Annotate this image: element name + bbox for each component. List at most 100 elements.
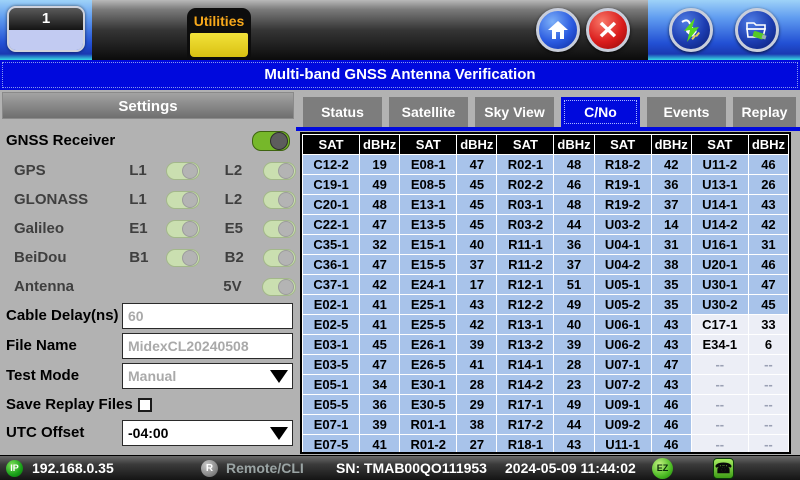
sat-cell: R18-2 xyxy=(594,155,651,174)
sat-cell: -- xyxy=(691,395,748,414)
tab-skyview[interactable]: Sky View xyxy=(475,97,554,127)
file-name-label: File Name xyxy=(6,337,77,354)
toggle-galileo-e1[interactable] xyxy=(166,219,200,238)
table-row: C35-1 32 E15-1 40 R11-1 36 U04-1 31 U16-1 31 xyxy=(303,235,788,254)
tab-events[interactable]: Events xyxy=(647,97,726,127)
toggle-knob xyxy=(181,162,198,179)
sat-cell: U04-1 xyxy=(594,235,651,254)
dbhz-cell: 46 xyxy=(748,155,788,174)
column-header-sat: SAT xyxy=(303,135,360,154)
close-button[interactable]: ✕ xyxy=(586,8,630,52)
sat-cell: R19-1 xyxy=(594,175,651,194)
power-plug-icon xyxy=(681,18,701,42)
cno-table-body: C12-2 19 E08-1 47 R02-1 48 R18-2 42 U11-2 46 C19-1… xyxy=(303,155,788,452)
tab-replay[interactable]: Replay xyxy=(733,97,796,127)
remote-session-icon: ☎ xyxy=(713,458,734,479)
dbhz-cell: 37 xyxy=(457,255,497,274)
toggle-glonass-l2[interactable] xyxy=(262,190,297,209)
column-header-dbhz: dBHz xyxy=(651,135,691,154)
utc-offset-dropdown[interactable]: -04:00 xyxy=(122,420,293,446)
column-header-sat: SAT xyxy=(400,135,457,154)
home-button[interactable] xyxy=(536,8,580,52)
file-name-input[interactable]: MidexCL20240508 xyxy=(122,333,293,359)
sat-cell: C37-1 xyxy=(303,275,360,294)
sat-cell: E07-5 xyxy=(303,435,360,452)
toggle-gps-l1[interactable] xyxy=(166,161,200,180)
dbhz-cell: 42 xyxy=(457,315,497,334)
save-replay-checkbox[interactable] xyxy=(137,397,152,412)
table-row: C37-1 42 E24-1 17 R12-1 51 U05-1 35 U30-1 47 xyxy=(303,275,788,294)
sat-cell: E15-1 xyxy=(400,235,457,254)
sat-cell: R12-2 xyxy=(497,295,554,314)
sat-cell: R19-2 xyxy=(594,195,651,214)
sat-cell: C22-1 xyxy=(303,215,360,234)
sat-cell: R11-1 xyxy=(497,235,554,254)
utc-offset-value: -04:00 xyxy=(128,425,169,441)
dbhz-cell: 19 xyxy=(360,155,400,174)
dbhz-cell: 47 xyxy=(748,275,788,294)
toggle-beidou-b1[interactable] xyxy=(166,248,200,267)
test-mode-dropdown[interactable]: Manual xyxy=(122,363,293,389)
constellation-row-beidou: BeiDou B1 B2 xyxy=(0,243,297,272)
dbhz-cell: 43 xyxy=(457,295,497,314)
screen-1-button[interactable]: 1 xyxy=(7,6,85,52)
settings-panel: Settings GNSS Receiver GPS L1 L2 GLONASS L1 L… xyxy=(0,90,297,455)
dbhz-cell: 37 xyxy=(554,255,594,274)
dbhz-cell: 45 xyxy=(457,195,497,214)
table-row: E07-5 41 R01-2 27 R18-1 43 U11-1 46 -- -- xyxy=(303,435,788,452)
toggle-galileo-e5[interactable] xyxy=(262,219,297,238)
tab-satellite[interactable]: Satellite xyxy=(389,97,468,127)
file-transfer-button[interactable] xyxy=(734,8,779,52)
cable-delay-input[interactable]: 60 xyxy=(122,303,293,329)
table-row: E05-5 36 E30-5 29 R17-1 49 U09-1 46 -- -- xyxy=(303,395,788,414)
toggle-knob xyxy=(181,249,198,266)
column-header-dbhz: dBHz xyxy=(748,135,788,154)
dbhz-cell: 31 xyxy=(748,235,788,254)
sat-cell: C20-1 xyxy=(303,195,360,214)
tab-status[interactable]: Status xyxy=(303,97,382,127)
antenna-label: Antenna xyxy=(14,278,74,295)
sat-cell: R17-2 xyxy=(497,415,554,434)
page-title: Multi-band GNSS Antenna Verification xyxy=(0,60,800,90)
sat-cell: R14-2 xyxy=(497,375,554,394)
toggle-glonass-l1[interactable] xyxy=(166,190,200,209)
band-label: B1 xyxy=(129,249,149,266)
dbhz-cell: 40 xyxy=(554,315,594,334)
toggle-beidou-b2[interactable] xyxy=(262,248,297,267)
antenna-5v-toggle[interactable] xyxy=(262,277,296,296)
toggle-gps-l2[interactable] xyxy=(262,161,297,180)
utilities-tab-label: Utilities xyxy=(193,13,245,29)
cno-table-header-row: SAT dBHz SAT dBHz SAT dBHz SAT dBHz SAT dBHz xyxy=(303,135,788,154)
sat-cell: E13-5 xyxy=(400,215,457,234)
power-connect-button[interactable] xyxy=(669,8,714,52)
dbhz-cell: 46 xyxy=(651,395,691,414)
table-row: E02-5 41 E25-5 42 R13-1 40 U06-1 43 C17-1 33 xyxy=(303,315,788,334)
sat-cell: E02-1 xyxy=(303,295,360,314)
constellation-row-gps: GPS L1 L2 xyxy=(0,156,297,185)
dbhz-cell: 43 xyxy=(554,435,594,452)
test-mode-label: Test Mode xyxy=(6,367,80,384)
table-row: C20-1 48 E13-1 45 R03-1 48 R19-2 37 U14-1 43 xyxy=(303,195,788,214)
chevron-down-icon xyxy=(270,427,288,440)
sat-cell: E08-5 xyxy=(400,175,457,194)
sat-cell: E30-1 xyxy=(400,375,457,394)
sat-cell: R12-1 xyxy=(497,275,554,294)
dbhz-cell: 32 xyxy=(360,235,400,254)
dbhz-cell: 42 xyxy=(651,155,691,174)
top-bar-middle-section: Utilities ✕ xyxy=(92,0,648,60)
sat-cell: E15-5 xyxy=(400,255,457,274)
tab-cno[interactable]: C/No xyxy=(561,97,640,127)
utc-offset-label: UTC Offset xyxy=(6,424,85,441)
antenna-band-label: 5V xyxy=(223,278,242,295)
sat-cell: U03-2 xyxy=(594,215,651,234)
toggle-knob xyxy=(278,278,294,295)
dbhz-cell: 26 xyxy=(748,175,788,194)
dbhz-cell: 27 xyxy=(457,435,497,452)
ip-icon: IP xyxy=(6,460,23,477)
sat-cell: U13-1 xyxy=(691,175,748,194)
gnss-receiver-toggle[interactable] xyxy=(252,130,290,151)
sat-cell: R02-2 xyxy=(497,175,554,194)
utilities-tab[interactable]: Utilities xyxy=(187,8,251,60)
sat-cell: U09-2 xyxy=(594,415,651,434)
sat-cell: E26-5 xyxy=(400,355,457,374)
